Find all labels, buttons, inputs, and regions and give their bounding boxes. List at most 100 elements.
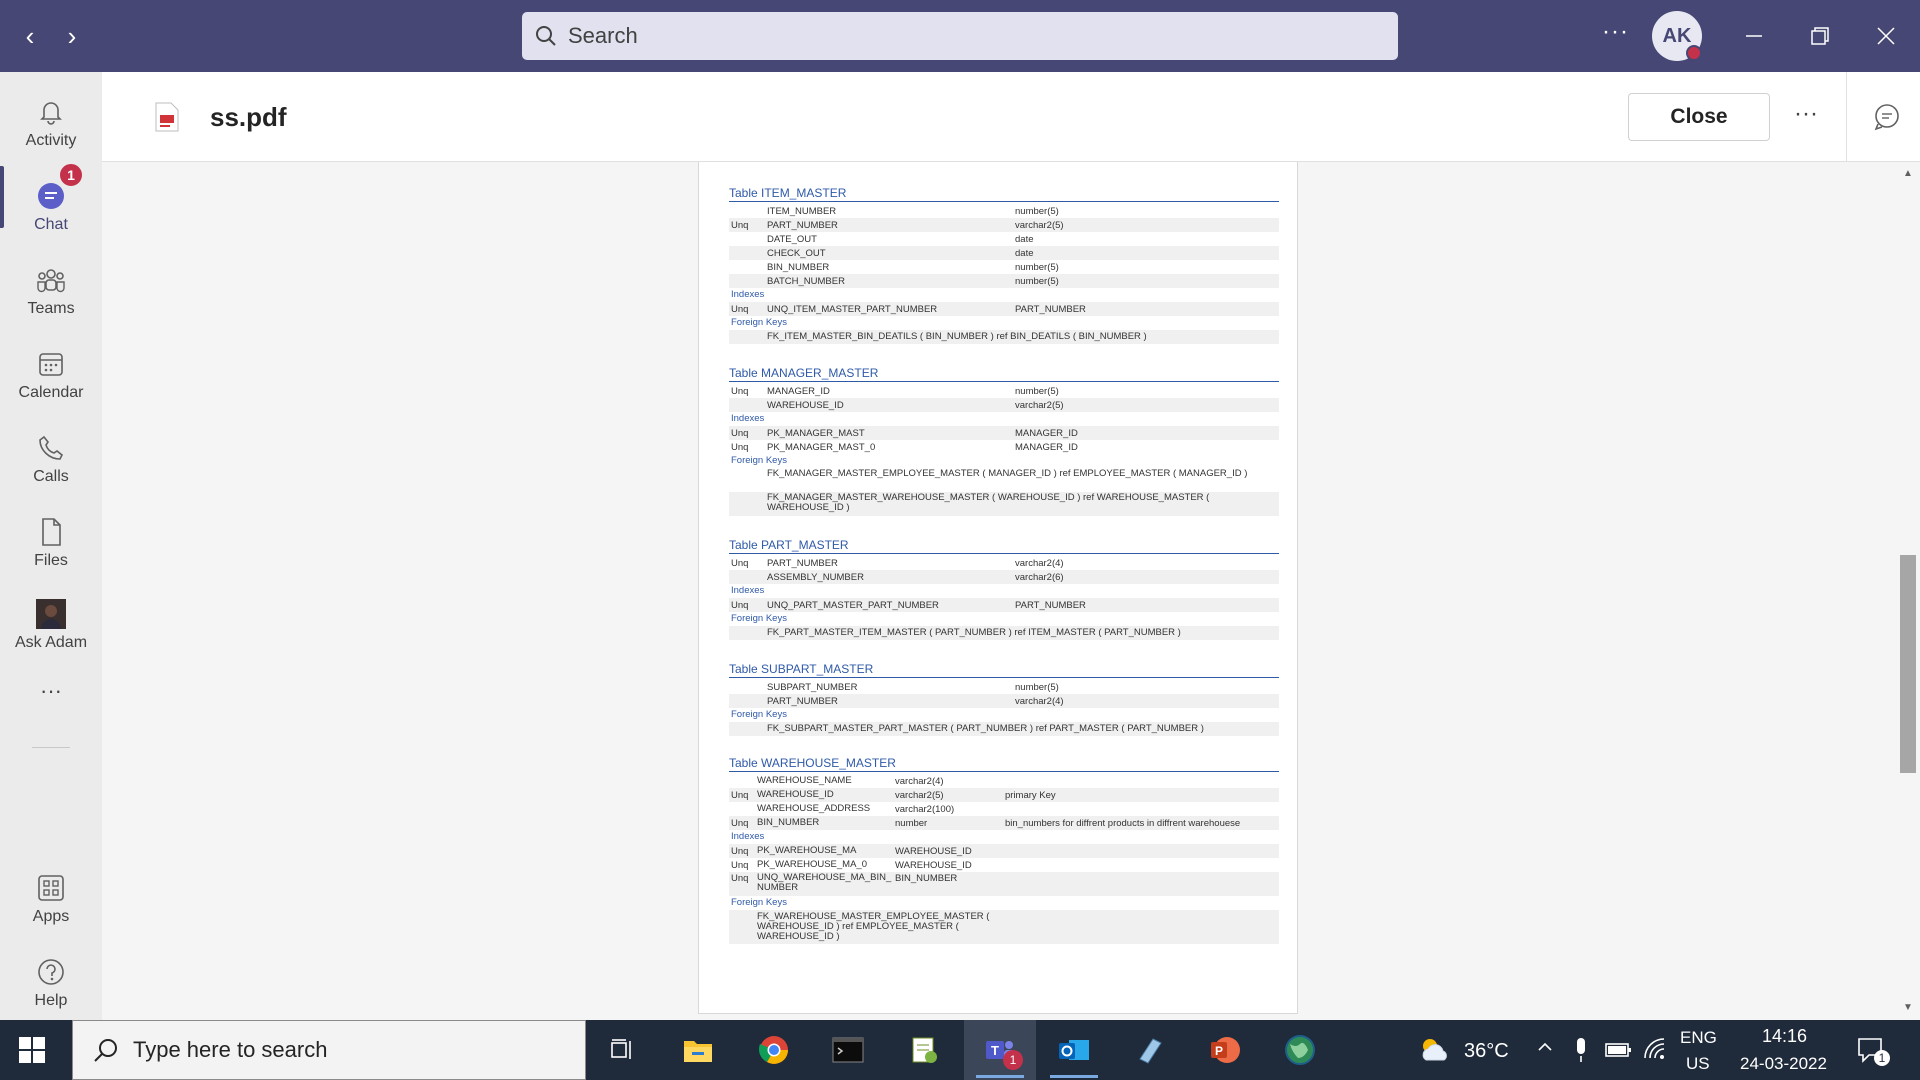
windows-taskbar: T P 36°C ENG US 14:16 24-03-2022 1 (0, 1020, 1920, 1080)
phone-icon (35, 432, 67, 464)
rail-divider (32, 747, 70, 748)
table-row: Unq BIN_NUMBER number bin_numbers for diffr… (729, 816, 1279, 830)
table-title: Table ITEM_MASTER (729, 186, 1279, 202)
close-window-icon[interactable] (1868, 18, 1904, 54)
pdf-file-icon (155, 102, 179, 132)
rail-more-button[interactable]: ··· (0, 678, 102, 718)
svg-text:P: P (1215, 1044, 1223, 1058)
language-indicator[interactable]: ENG (1680, 1028, 1717, 1048)
rail-label: Calls (33, 468, 69, 485)
table-row: Unq WAREHOUSE_ID varchar2(5) primary Key (729, 788, 1279, 802)
indexes-label: Indexes (731, 413, 765, 424)
table-row: Unq MANAGER_ID number(5) (731, 385, 1059, 397)
notepad-plus-icon[interactable] (888, 1020, 960, 1080)
table-warehouse-master: Table WAREHOUSE_MASTER WAREHOUSE_NAME var… (729, 756, 1279, 944)
table-row: Unq UNQ_PART_MASTER_PART_NUMBER PART_NUMBE… (729, 598, 1279, 612)
clock-date[interactable]: 24-03-2022 (1740, 1054, 1827, 1074)
close-button[interactable]: Close (1628, 93, 1770, 141)
foreign-keys-label: Foreign Keys (731, 709, 787, 720)
table-row: Unq PK_WAREHOUSE_MA_0 WAREHOUSE_ID (731, 859, 972, 871)
table-row: ITEM_NUMBER number(5) (767, 205, 1059, 217)
teams-app-icon[interactable]: T (964, 1020, 1036, 1080)
scroll-up-icon[interactable]: ▲ (1902, 168, 1914, 180)
table-row: FK_PART_MASTER_ITEM_MASTER ( PART_NUMBER… (729, 626, 1279, 640)
table-row: Unq UNQ_ITEM_MASTER_PART_NUMBER PART_NUMBE… (729, 302, 1279, 316)
weather-icon[interactable] (1418, 1034, 1452, 1066)
table-row: BIN_NUMBER number(5) (767, 261, 1059, 273)
indexes-label: Indexes (731, 831, 765, 842)
conversation-icon[interactable] (1872, 102, 1902, 132)
rail-item-calendar[interactable]: Calendar (0, 338, 102, 414)
more-options-icon[interactable]: ··· (1602, 18, 1629, 46)
rail-item-teams[interactable]: Teams (0, 254, 102, 330)
rail-item-chat[interactable]: Chat (0, 170, 102, 246)
table-row: Unq PART_NUMBER varchar2(4) (731, 557, 1064, 569)
clock-time[interactable]: 14:16 (1762, 1026, 1807, 1047)
app-rail: Activity Chat 1 Teams Calendar Calls Fil… (0, 72, 102, 1020)
rail-item-ask-adam[interactable]: Ask Adam (0, 588, 102, 664)
rail-label: Activity (25, 132, 77, 149)
chrome-icon[interactable] (738, 1020, 810, 1080)
globe-app-icon[interactable] (1264, 1020, 1336, 1080)
foreign-keys-label: Foreign Keys (731, 613, 787, 624)
forward-arrow-icon[interactable]: › (58, 22, 86, 50)
more-options-icon[interactable]: ··· (1794, 100, 1818, 128)
table-manager-master: Table MANAGER_MASTER Unq MANAGER_ID number… (729, 366, 1279, 516)
taskbar-search[interactable] (72, 1020, 586, 1080)
header-divider (1846, 72, 1847, 162)
apps-icon (35, 872, 67, 904)
table-row: FK_MANAGER_MASTER_WAREHOUSE_MASTER ( WAR… (729, 492, 1279, 516)
battery-icon[interactable] (1604, 1038, 1632, 1062)
table-row: CHECK_OUT date (729, 246, 1279, 260)
chevron-up-icon[interactable] (1536, 1038, 1554, 1061)
table-title: Table SUBPART_MASTER (729, 662, 1279, 678)
file-icon (35, 516, 67, 548)
scroll-down-icon[interactable]: ▼ (1902, 1002, 1914, 1014)
table-title: Table MANAGER_MASTER (729, 366, 1279, 382)
foreign-keys-label: Foreign Keys (731, 455, 787, 466)
table-row: FK_SUBPART_MASTER_PART_MASTER ( PART_NUM… (729, 722, 1279, 736)
powerpoint-icon[interactable]: P (1190, 1020, 1262, 1080)
terminal-icon[interactable] (812, 1020, 884, 1080)
task-view-icon[interactable] (586, 1020, 658, 1080)
table-row: Unq UNQ_WAREHOUSE_MA_BIN_NUMBER BIN_NUMBER (729, 872, 1279, 896)
indexes-label: Indexes (731, 585, 765, 596)
minimize-icon[interactable] (1736, 18, 1772, 54)
vertical-scrollbar[interactable]: ▲ ▼ (1896, 162, 1920, 1020)
file-explorer-icon[interactable] (662, 1020, 734, 1080)
table-row: Unq PK_MANAGER_MAST MANAGER_ID (729, 426, 1279, 440)
rail-item-help[interactable]: Help (0, 946, 102, 1022)
wifi-icon[interactable] (1642, 1036, 1668, 1062)
pdf-viewer: Table ITEM_MASTER ITEM_NUMBER number(5) U… (102, 162, 1920, 1020)
file-header: ss.pdf Close ··· (102, 72, 1920, 162)
teams-icon (35, 264, 67, 296)
back-arrow-icon[interactable]: ‹ (16, 22, 44, 50)
rail-item-calls[interactable]: Calls (0, 422, 102, 498)
search-icon (94, 1039, 117, 1062)
rail-item-activity[interactable]: Activity (0, 86, 102, 162)
help-icon (35, 956, 67, 988)
rail-label: Ask Adam (14, 634, 88, 651)
rail-label: Files (34, 552, 68, 569)
windows-start-icon[interactable] (18, 1036, 46, 1064)
rail-label: Help (34, 992, 68, 1009)
rail-item-files[interactable]: Files (0, 506, 102, 582)
taskbar-search-input[interactable] (133, 1037, 553, 1063)
restore-icon[interactable] (1802, 18, 1838, 54)
table-row: FK_WAREHOUSE_MASTER_EMPLOYEE_MASTER ( WA… (729, 910, 1279, 944)
scroll-thumb[interactable] (1900, 555, 1916, 773)
keyboard-layout[interactable]: US (1686, 1054, 1710, 1074)
calendar-icon (35, 348, 67, 380)
edge-app-icon[interactable] (1114, 1020, 1186, 1080)
search-input[interactable] (568, 23, 1398, 49)
rail-label: Apps (32, 908, 70, 925)
bell-icon (35, 96, 67, 128)
outlook-icon[interactable] (1038, 1020, 1110, 1080)
table-row: WAREHOUSE_ID varchar2(5) (729, 398, 1279, 412)
table-row: ASSEMBLY_NUMBER varchar2(6) (729, 570, 1279, 584)
microphone-icon[interactable] (1572, 1036, 1590, 1064)
table-row: WAREHOUSE_NAME varchar2(4) (757, 775, 944, 787)
search-bar[interactable] (522, 12, 1398, 60)
rail-item-apps[interactable]: Apps (0, 862, 102, 938)
table-subpart-master: Table SUBPART_MASTER SUBPART_NUMBER numbe… (729, 662, 1279, 736)
